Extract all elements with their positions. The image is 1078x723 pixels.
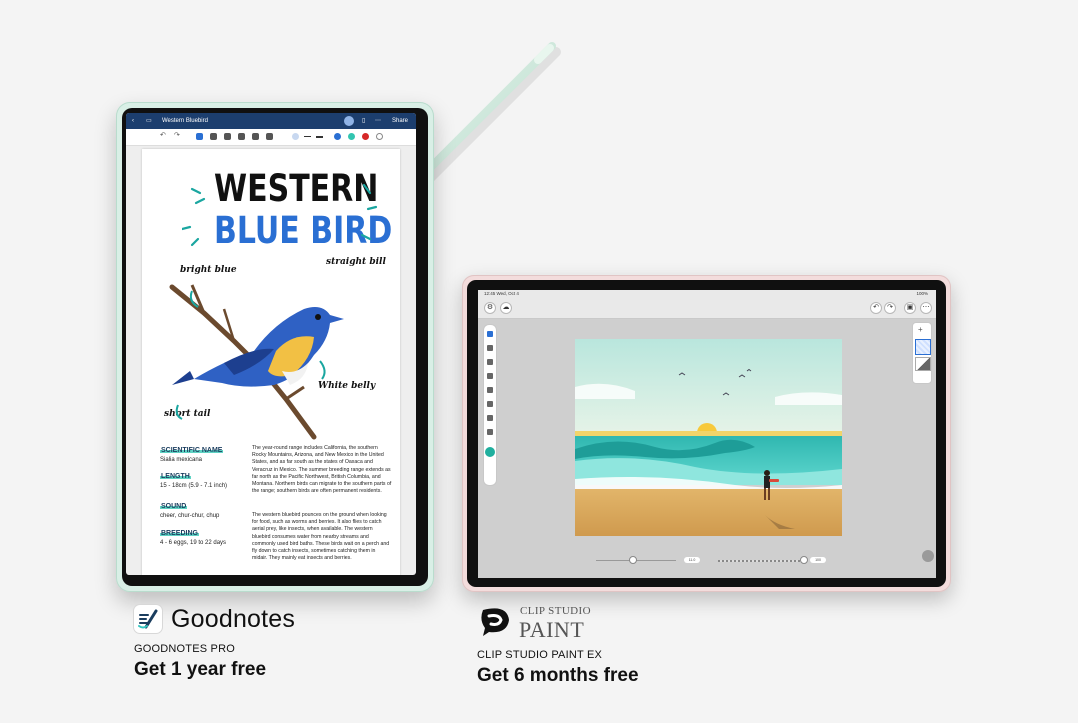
undo-icon[interactable]: ↶: [870, 302, 882, 314]
redo-icon[interactable]: ↷: [174, 131, 180, 139]
layer-thumbnail-active[interactable]: [915, 339, 931, 355]
layer-panel: +: [912, 322, 932, 384]
move-tool-icon[interactable]: [487, 359, 493, 365]
layer-thumbnail[interactable]: [915, 357, 931, 371]
field-label-length: LENGTH: [160, 473, 191, 480]
clip-studio-tablet: 12:45 Wed, Oct 4 100% ⚙ ☁ ↶ ↷ ▣ ⋯ + 11.0…: [462, 275, 951, 592]
layers-icon[interactable]: ▣: [904, 302, 916, 314]
clip-studio-product-name: CLIP STUDIO PAINT EX: [477, 649, 603, 661]
clip-studio-logo-icon: [481, 608, 509, 636]
goodnotes-tablet: ‹ ▭ Western Bluebird ▯ ⋯ Share ↶ ↷ WESTE…: [116, 102, 434, 592]
image-icon[interactable]: [266, 133, 273, 140]
beach-painting: [575, 339, 842, 536]
more-icon[interactable]: ⋯: [375, 113, 381, 129]
clip-studio-offer: Get 6 months free: [477, 665, 639, 686]
annotation-straight-bill: straight bill: [326, 257, 386, 267]
field-value-sound: cheer, chur-chur, chup: [160, 513, 220, 519]
pen-size-medium[interactable]: [304, 136, 311, 137]
opacity-value[interactable]: 100: [810, 557, 826, 563]
text-tool-icon[interactable]: [487, 401, 493, 407]
line-tool-icon[interactable]: [487, 415, 493, 421]
canvas-artwork[interactable]: [575, 339, 842, 536]
status-time: 12:45 Wed, Oct 4: [484, 291, 519, 296]
fill-tool-icon[interactable]: [487, 345, 493, 351]
eraser-icon[interactable]: [210, 133, 217, 140]
decorative-dashes: [182, 183, 378, 247]
clip-studio-screen: 12:45 Wed, Oct 4 100% ⚙ ☁ ↶ ↷ ▣ ⋯ + 11.0…: [478, 290, 936, 578]
undo-icon[interactable]: ↶: [160, 131, 166, 139]
clip-studio-top-bar: ⚙ ☁ ↶ ↷ ▣ ⋯: [478, 298, 936, 319]
documents-icon[interactable]: ▭: [146, 113, 152, 129]
color-swatch-blue[interactable]: [334, 133, 341, 140]
field-label-sound: SOUND: [160, 503, 188, 510]
shape-icon[interactable]: [238, 133, 245, 140]
back-icon[interactable]: ‹: [132, 113, 134, 129]
goodnotes-offer: Get 1 year free: [134, 659, 267, 680]
eyedropper-icon[interactable]: [487, 387, 493, 393]
pen-tool-icon[interactable]: [196, 133, 203, 140]
goodnotes-logo-icon: [134, 605, 162, 633]
edit-fab-icon[interactable]: [922, 550, 934, 562]
status-battery: 100%: [916, 291, 928, 296]
goodnotes-app-name: Goodnotes: [171, 605, 296, 633]
field-value-breeding: 4 - 6 eggs, 19 to 22 days: [160, 540, 227, 546]
add-layer-icon[interactable]: +: [918, 325, 923, 334]
brush-tool-icon[interactable]: [487, 429, 493, 435]
body-paragraph-range: The year-round range includes California…: [252, 445, 392, 495]
tool-palette: [483, 324, 497, 486]
avatar[interactable]: [344, 116, 354, 126]
opacity-slider-track[interactable]: [718, 560, 804, 562]
status-bar: 12:45 Wed, Oct 4 100%: [478, 290, 936, 298]
body-paragraph-diet: The western bluebird pounces on the grou…: [252, 512, 390, 562]
opacity-slider-knob[interactable]: [800, 556, 808, 564]
color-picker-icon[interactable]: [376, 133, 383, 140]
more-icon[interactable]: ⋯: [920, 302, 932, 314]
redo-icon[interactable]: ↷: [884, 302, 896, 314]
field-label-breeding: BREEDING: [160, 530, 199, 537]
document-title[interactable]: Western Bluebird: [162, 113, 208, 129]
add-page-icon[interactable]: ▯: [362, 113, 365, 129]
goodnotes-top-bar: ‹ ▭ Western Bluebird ▯ ⋯ Share: [126, 113, 416, 129]
color-swatch-teal[interactable]: [348, 133, 355, 140]
pen-tool-icon[interactable]: [487, 331, 493, 337]
clip-studio-brand-line1: CLIP STUDIO: [520, 605, 591, 617]
pen-size-selected[interactable]: [292, 133, 299, 140]
lasso-tool-icon[interactable]: [487, 373, 493, 379]
color-swatch[interactable]: [485, 447, 495, 457]
notebook-page[interactable]: WESTERN BLUE BIRD bright blue straight b…: [142, 149, 400, 575]
color-swatch-red[interactable]: [362, 133, 369, 140]
brush-size-slider-knob[interactable]: [629, 556, 637, 564]
highlighter-icon[interactable]: [224, 133, 231, 140]
goodnotes-screen: ‹ ▭ Western Bluebird ▯ ⋯ Share ↶ ↷ WESTE…: [126, 113, 416, 575]
goodnotes-toolbar: ↶ ↷: [126, 129, 416, 146]
field-value-length: 15 - 18cm (5.9 - 7.1 inch): [160, 483, 228, 489]
clip-studio-brand-line2: PAINT: [519, 617, 585, 642]
lasso-icon[interactable]: [252, 133, 259, 140]
field-label-scientific-name: SCIENTIFIC NAME: [160, 447, 224, 454]
pen-size-thick[interactable]: [316, 136, 323, 138]
settings-icon[interactable]: ⚙: [484, 302, 496, 314]
cloud-icon[interactable]: ☁: [500, 302, 512, 314]
bluebird-illustration: [169, 284, 344, 440]
share-button[interactable]: Share: [392, 113, 408, 129]
brush-size-value[interactable]: 11.0: [684, 557, 700, 563]
field-value-scientific-name: Sialia mexicana: [160, 457, 203, 463]
goodnotes-product-name: GOODNOTES PRO: [134, 643, 235, 655]
